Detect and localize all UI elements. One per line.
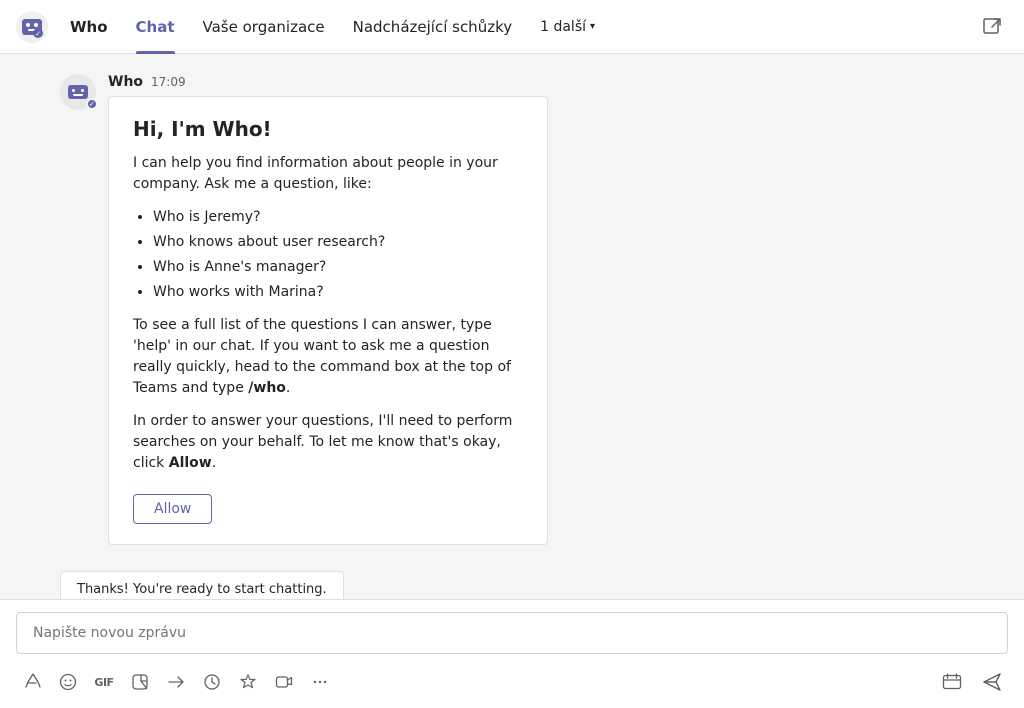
pop-out-icon[interactable] [976, 11, 1008, 43]
avatar-who [60, 74, 96, 110]
system-message-bubble: Thanks! You're ready to start chatting. [60, 571, 344, 599]
praise-icon[interactable] [232, 666, 264, 698]
app-logo: ✓ [16, 11, 48, 43]
send-forward-icon[interactable] [160, 666, 192, 698]
message-row-who: Who 17:09 Hi, I'm Who! I can help you fi… [60, 74, 964, 545]
video-icon[interactable] [268, 666, 300, 698]
message-input-wrapper [0, 600, 1024, 662]
card-help: To see a full list of the questions I ca… [133, 315, 523, 399]
app-name[interactable]: Who [56, 0, 122, 54]
avatar-badge [86, 98, 98, 110]
list-item: Who is Jeremy? [153, 207, 523, 228]
top-nav: ✓ Who Chat Vaše organizace Nadcházející … [0, 0, 1024, 54]
list-item: Who knows about user research? [153, 232, 523, 253]
chat-area: Who 17:09 Hi, I'm Who! I can help you fi… [0, 54, 1024, 599]
sticker-icon[interactable] [124, 666, 156, 698]
send-button[interactable] [976, 666, 1008, 698]
command-code: /who [248, 380, 286, 396]
card-permission: In order to answer your questions, I'll … [133, 411, 523, 474]
tab-chat[interactable]: Chat [122, 0, 189, 54]
message-meta: Who 17:09 [108, 74, 964, 90]
system-message-text: Thanks! You're ready to start chatting. [77, 582, 327, 597]
message-time: 17:09 [151, 75, 186, 89]
allow-button[interactable]: Allow [133, 494, 212, 524]
tab-more[interactable]: 1 další ▾ [526, 0, 609, 54]
tab-vase-organizace[interactable]: Vaše organizace [189, 0, 339, 54]
emoji-icon[interactable] [52, 666, 84, 698]
card-intro: I can help you find information about pe… [133, 153, 523, 195]
format-icon[interactable] [16, 666, 48, 698]
toolbar: GIF [0, 662, 1024, 708]
card-title: Hi, I'm Who! [133, 117, 523, 141]
nav-right-area [976, 11, 1008, 43]
toolbar-right [936, 666, 1008, 698]
card-examples: Who is Jeremy? Who knows about user rese… [153, 207, 523, 303]
svg-text:✓: ✓ [35, 30, 41, 38]
message-content: Who 17:09 Hi, I'm Who! I can help you fi… [108, 74, 964, 545]
card-body: I can help you find information about pe… [133, 153, 523, 524]
input-area: GIF [0, 599, 1024, 708]
list-item: Who works with Marina? [153, 282, 523, 303]
schedule-send-icon[interactable] [936, 666, 968, 698]
more-icon[interactable] [304, 666, 336, 698]
sender-name: Who [108, 74, 143, 90]
chevron-down-icon: ▾ [590, 21, 595, 32]
gif-icon[interactable]: GIF [88, 666, 120, 698]
message-input[interactable] [16, 612, 1008, 654]
main-content: Who 17:09 Hi, I'm Who! I can help you fi… [0, 54, 1024, 708]
list-item: Who is Anne's manager? [153, 257, 523, 278]
tab-nadchazejici[interactable]: Nadcházející schůzky [339, 0, 526, 54]
system-message-row: Thanks! You're ready to start chatting. [60, 561, 964, 599]
message-card: Hi, I'm Who! I can help you find informa… [108, 96, 548, 545]
loop-icon[interactable] [196, 666, 228, 698]
